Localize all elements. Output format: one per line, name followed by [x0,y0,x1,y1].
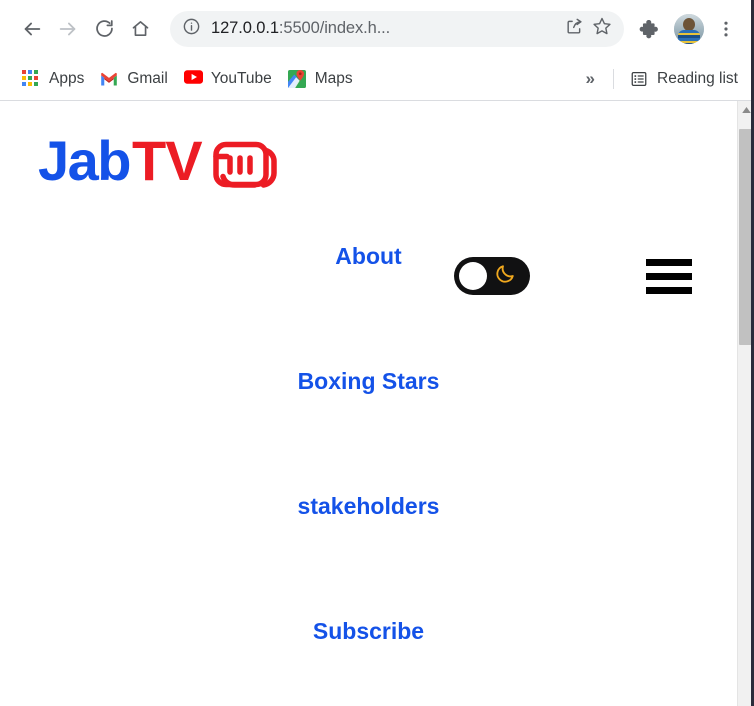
reading-list-icon [630,70,648,88]
google-maps-icon [287,69,306,88]
logo-text-jab: Jab [38,129,132,192]
nav-link-about[interactable]: About [335,243,401,270]
nav-link-stakeholders[interactable]: stakeholders [298,493,440,520]
home-button[interactable] [122,11,158,47]
nav-item-subscribe: Subscribe [0,618,737,706]
reload-icon [94,18,115,39]
url-text: 127.0.0.1:5500/index.h... [211,19,560,38]
share-button[interactable] [560,15,588,43]
back-arrow-icon [21,18,43,40]
bookmark-gmail[interactable]: Gmail [92,66,175,92]
star-icon [592,16,612,41]
main-navigation: About Boxing Stars stakeholders Subscrib… [0,243,737,706]
bookmark-label: Maps [314,69,353,87]
puzzle-piece-icon [639,18,661,40]
profile-avatar[interactable] [674,13,704,44]
apps-grid-icon [22,69,40,88]
browser-menu-button[interactable] [708,11,744,47]
url-host: 127.0.0.1 [211,19,279,37]
reading-list-button[interactable]: Reading list [622,66,746,92]
reload-button[interactable] [86,11,122,47]
url-path: :5500/index.h... [278,19,391,37]
forward-button[interactable] [50,11,86,47]
avatar-head [683,17,695,31]
home-icon [130,18,151,39]
browser-toolbar: 127.0.0.1:5500/index.h... [0,0,754,57]
three-dots-menu-icon [716,19,736,39]
site-logo[interactable]: Jab TV [38,125,280,198]
nav-link-subscribe[interactable]: Subscribe [313,618,424,645]
bookmark-youtube[interactable]: YouTube [176,66,280,92]
bookmark-apps[interactable]: Apps [14,66,92,92]
bookmarks-divider [613,68,614,89]
bookmarks-bar: Apps Gmail YouTube Maps » Reading list [0,57,754,100]
hamburger-bar-2 [646,272,692,280]
dark-mode-toggle[interactable] [454,257,530,295]
moon-icon [494,263,516,290]
hamburger-menu-button[interactable] [646,257,692,295]
bookmark-label: YouTube [210,69,272,87]
nav-item-about: About [0,243,737,368]
bookmark-label: Apps [49,69,85,87]
back-button[interactable] [14,11,50,47]
bookmarks-overflow-button[interactable]: » [576,67,605,91]
bookmark-label: Gmail [127,69,168,87]
hamburger-bar-3 [646,286,692,294]
fist-icon [206,131,280,198]
page-content: Jab TV About Boxing Stars stakeholders S… [0,101,737,706]
reading-list-label: Reading list [657,69,738,87]
avatar-body [678,29,700,44]
bookmark-maps[interactable]: Maps [280,66,361,92]
share-icon [565,17,584,41]
nav-item-stakeholders: stakeholders [0,493,737,618]
nav-item-boxing-stars: Boxing Stars [0,368,737,493]
browser-chrome: 127.0.0.1:5500/index.h... Apps Gmail You… [0,0,754,101]
youtube-icon [183,69,203,88]
page-viewport: Jab TV About Boxing Stars stakeholders S… [0,101,754,706]
forward-arrow-icon [57,18,79,40]
extensions-button[interactable] [632,11,668,47]
bookmark-button[interactable] [588,15,616,43]
address-bar[interactable]: 127.0.0.1:5500/index.h... [170,10,624,47]
hamburger-bar-1 [646,258,692,266]
toggle-knob [459,262,487,290]
site-header: Jab TV [0,101,737,295]
gmail-icon [100,70,118,88]
nav-link-boxing-stars[interactable]: Boxing Stars [298,368,440,395]
logo-text-tv: TV [132,129,203,192]
info-circle-icon[interactable] [182,17,201,41]
